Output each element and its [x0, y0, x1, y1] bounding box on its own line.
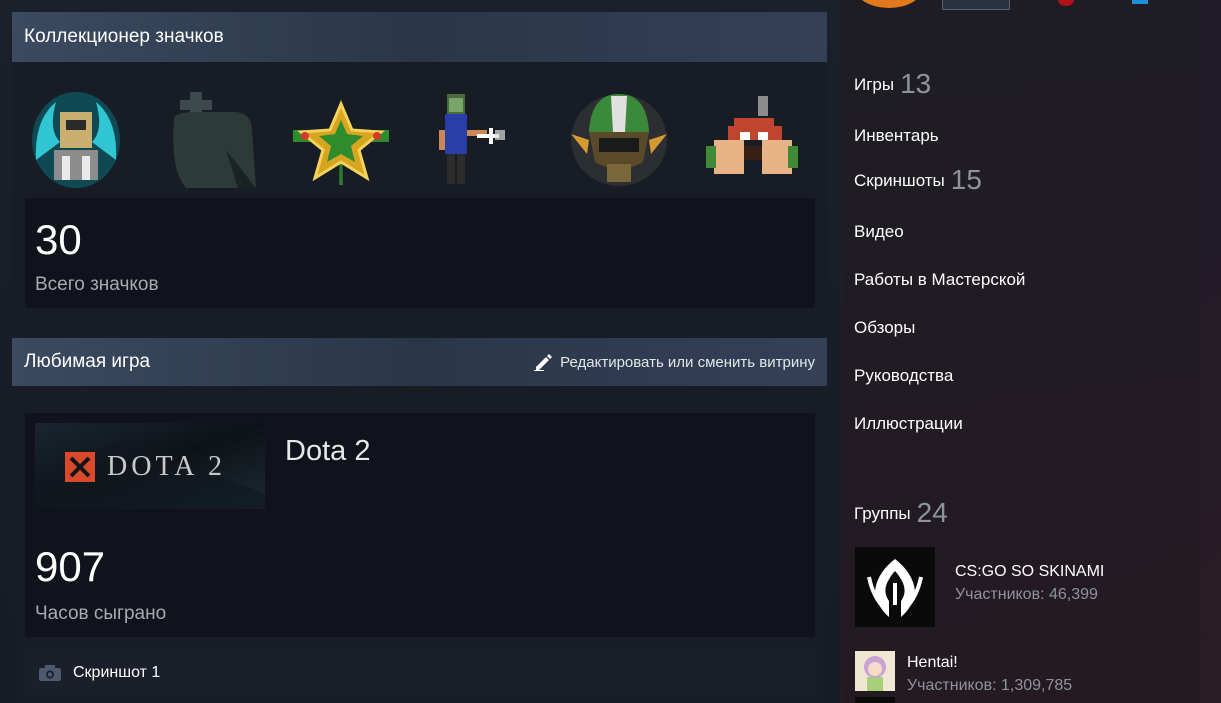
top-avatar-frame[interactable] [942, 0, 1010, 10]
edit-showcase-label: Редактировать или сменить витрину [560, 353, 815, 371]
badge-collector-header[interactable]: Коллекционер значков [12, 12, 827, 62]
game-logo-text: DOTA 2 [107, 451, 226, 482]
pixel-fist-badge[interactable] [700, 90, 800, 195]
game-name[interactable]: Dota 2 [285, 435, 370, 468]
hours-played: 907 [35, 543, 106, 590]
gold-star-badge[interactable] [289, 90, 389, 195]
badge-collector-panel: Коллекционер значков 30 Всего значков [12, 12, 827, 323]
sidebar-item-inventory[interactable]: Инвентарь [854, 126, 939, 146]
badge-total-box[interactable]: 30 Всего значков [25, 198, 815, 308]
favorite-game-panel: Любимая игра Редактировать или сменить в… [12, 338, 827, 703]
badge-list [26, 90, 816, 205]
favorite-game-header: Любимая игра Редактировать или сменить в… [12, 338, 827, 386]
group-avatar[interactable] [855, 547, 935, 627]
badge-total-label: Всего значков [35, 274, 159, 295]
group-avatar[interactable] [855, 651, 895, 691]
sidebar-item-screenshots[interactable]: Скриншоты 15 [854, 164, 982, 196]
edit-showcase-link[interactable]: Редактировать или сменить витрину [534, 353, 815, 371]
badge-collector-title: Коллекционер значков [24, 26, 224, 47]
group-avatar-partial[interactable] [855, 697, 895, 703]
top-blue-icon[interactable] [1132, 0, 1148, 4]
pencil-icon [534, 354, 553, 371]
hours-played-label: Часов сыграно [35, 603, 167, 624]
screenshot-bar[interactable]: Скриншот 1 [25, 649, 815, 697]
badge-total-count: 30 [35, 216, 82, 263]
group-item[interactable]: CS:GO SO SKINAMI Участников: 46,399 [854, 547, 1194, 627]
sidebar-item-artwork[interactable]: Иллюстрации [854, 414, 963, 434]
group-name[interactable]: CS:GO SO SKINAMI [955, 563, 1104, 581]
group-name[interactable]: Hentai! [907, 654, 958, 672]
camera-icon [39, 665, 61, 681]
dragon-knight-badge[interactable] [26, 90, 126, 195]
sidebar-item-guides[interactable]: Руководства [854, 366, 953, 386]
soldier-helmet-badge[interactable] [567, 90, 667, 195]
game-capsule-image[interactable]: DOTA 2 [35, 423, 265, 509]
sidebar-item-games[interactable]: Игры 13 [854, 68, 931, 100]
group-members: Участников: 1,309,785 [907, 677, 1073, 694]
sidebar-item-reviews[interactable]: Обзоры [854, 318, 915, 338]
sidebar-item-workshop[interactable]: Работы в Мастерской [854, 270, 1025, 290]
favorite-game-title: Любимая игра [24, 351, 151, 372]
sidebar-item-groups[interactable]: Группы 24 [854, 497, 948, 529]
group-members: Участников: 46,399 [955, 586, 1098, 603]
favorite-game-card: DOTA 2 Dota 2 907 Часов сыграно [25, 413, 815, 637]
sidebar-item-videos[interactable]: Видео [854, 222, 904, 242]
gravestone-badge[interactable] [156, 90, 256, 195]
group-item[interactable]: Hentai! Участников: 1,309,785 [854, 651, 1194, 703]
pixel-scientist-badge[interactable] [421, 90, 521, 195]
screenshot-label: Скриншот 1 [73, 664, 161, 681]
anime-girl-icon [855, 651, 895, 691]
skinami-logo-icon [867, 559, 923, 617]
